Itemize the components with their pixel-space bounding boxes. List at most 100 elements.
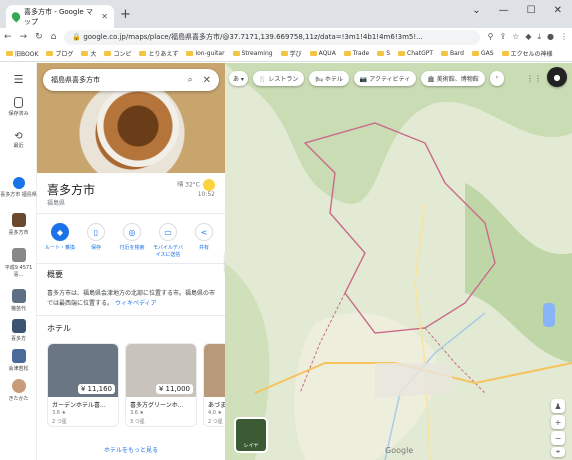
map-terrain (225, 63, 572, 460)
folder-icon (377, 51, 385, 56)
bookmark-item[interactable]: ion-guitar (186, 50, 225, 57)
close-window-button[interactable]: ✕ (554, 5, 562, 16)
hotel-card[interactable]: あづま 4.0 ★ 2 つ星 (203, 343, 225, 427)
extensions-icon[interactable]: ◆ (525, 32, 531, 42)
rail-item-recent-6[interactable]: きたかた (0, 379, 37, 402)
chevron-down-icon[interactable]: ⌄ (472, 5, 480, 16)
bookmark-item[interactable]: ChatGPT (398, 50, 433, 57)
hotel-photo: ¥ 11,160 (48, 344, 118, 397)
zoom-out-button[interactable]: − (551, 431, 565, 445)
bookmark-label: GAS (480, 50, 494, 57)
search-input[interactable]: 福島県喜多方市 (51, 75, 100, 85)
map-menu-button[interactable]: あ ▾ (229, 71, 248, 86)
forward-icon[interactable]: → (20, 32, 28, 42)
menu-icon[interactable]: ⋮ (560, 32, 568, 42)
bookmark-label: Streaming (241, 50, 273, 57)
minimize-button[interactable]: — (499, 5, 509, 16)
divider (37, 315, 225, 316)
thumbnail-icon (11, 213, 26, 227)
more-hotels-link[interactable]: ホテルをもっと見る (37, 445, 225, 454)
recent-button[interactable]: ⟲ 最近 (0, 131, 37, 149)
home-icon[interactable]: ⌂ (51, 32, 57, 42)
chip-hotels[interactable]: 🛏 ホテル (309, 71, 349, 86)
category-chips: あ ▾ 🍴 レストラン 🛏 ホテル 📷 アクティビティ 🏛 美術館、博物館 › (229, 71, 505, 86)
folder-icon (398, 51, 406, 56)
bookmark-item[interactable]: エクセルの神様 (501, 49, 553, 58)
url-field[interactable]: 🔒 google.co.jp/maps/place/福島県喜多方市/@37.71… (64, 29, 480, 45)
thumbnail-icon (11, 349, 26, 363)
new-tab-button[interactable]: + (120, 7, 131, 22)
bookmark-item[interactable]: Trade (343, 50, 369, 57)
back-icon[interactable]: ← (4, 32, 12, 42)
chip-activities[interactable]: 📷 アクティビティ (353, 71, 417, 86)
close-icon[interactable]: ✕ (203, 75, 211, 86)
bookmark-item[interactable]: 大 (81, 49, 96, 58)
folder-icon (139, 51, 147, 56)
rail-item-recent-2[interactable]: 平成9 4571 喜... (0, 248, 37, 278)
star-icon[interactable]: ☆ (512, 32, 519, 42)
bookmark-item[interactable]: GAS (471, 50, 494, 57)
rail-item-recent-4[interactable]: 喜多方 (0, 319, 37, 342)
tab-close-icon[interactable]: ✕ (101, 12, 108, 21)
saved-button[interactable]: 保存済み (0, 97, 37, 117)
bookmark-item[interactable]: AQUA (309, 50, 336, 57)
apps-grid-icon[interactable]: ⋮⋮ (525, 69, 543, 87)
bookmark-item[interactable]: S (377, 50, 390, 57)
share-button[interactable]: < 共有 (187, 223, 221, 258)
menu-icon[interactable]: ☰ (0, 73, 37, 86)
compass-icon[interactable]: ⌖ (551, 447, 565, 457)
rail-label: きたかた (8, 396, 29, 402)
nearby-button[interactable]: ◎ 付近を検索 (115, 223, 149, 258)
bookmark-label: とりあえず (148, 51, 179, 58)
chips-more-button[interactable]: › (489, 71, 505, 86)
rail-item-recent-1[interactable]: 喜多方市 (0, 213, 37, 236)
street-view-pegman-icon[interactable]: ♟ (551, 399, 565, 413)
action-label: モバイルデバイスに送信 (152, 245, 183, 258)
search-icon[interactable]: ⌕ (188, 75, 193, 85)
bookmark-item[interactable]: コンピ (104, 49, 131, 58)
chip-label: ホテル (324, 76, 343, 83)
hotel-card[interactable]: ¥ 11,160 ガーデンホテル喜... 3.6 ★ 2 つ星 (47, 343, 119, 427)
bookmark-item[interactable]: ブログ (46, 49, 73, 58)
wikipedia-link[interactable]: ウィキペディア (115, 300, 157, 307)
chip-museums[interactable]: 🏛 美術館、博物館 (421, 71, 485, 86)
place-panel: 福島県喜多方市 ⌕ ✕ 喜多方市 福島県 晴 32°C 10:52 ◆ ルート・乗… (37, 63, 225, 460)
bookmark-item[interactable]: Streaming (232, 50, 273, 57)
directions-button[interactable]: ◆ ルート・乗換 (43, 223, 77, 258)
bookmark-item[interactable]: 旧BOOK (6, 49, 38, 58)
rail-item-kitakata[interactable]: 喜多方市 福島県 (0, 177, 37, 198)
hotel-name: ガーデンホテル喜... (52, 402, 106, 409)
bookmark-item[interactable]: Bard (441, 50, 464, 57)
download-icon[interactable]: ⤓ (537, 32, 541, 42)
bookmark-item[interactable]: 学び (280, 49, 302, 58)
active-tab[interactable]: 喜多方市 - Google マップ ✕ (6, 5, 114, 28)
save-button[interactable]: ▯ 保存 (79, 223, 113, 258)
reload-icon[interactable]: ↻ (35, 32, 43, 42)
rail-label: 平成9 4571 喜... (4, 265, 33, 278)
divider (37, 213, 225, 214)
folder-icon (471, 51, 479, 56)
bookmark-label: エクセルの神様 (510, 51, 553, 58)
share-page-icon[interactable]: ⇪ (499, 32, 506, 42)
rail-label: 会津若松 (8, 366, 29, 372)
chip-restaurants[interactable]: 🍴 レストラン (252, 71, 305, 86)
maximize-button[interactable]: ☐ (527, 5, 536, 16)
hotel-card[interactable]: ¥ 11,000 喜多方グリーンホ... 3.6 ★ 3 つ星 (125, 343, 197, 427)
rail-item-recent-5[interactable]: 会津若松 (0, 349, 37, 372)
thumbnail-icon (11, 319, 26, 333)
address-bar-row: ← → ↻ ⌂ 🔒 google.co.jp/maps/place/福島県喜多方… (0, 28, 572, 46)
profile-avatar-icon[interactable]: ● (547, 32, 554, 42)
zoom-in-button[interactable]: + (551, 415, 565, 429)
hotel-name: あづま (208, 402, 225, 409)
rail-item-recent-3[interactable]: 猪苗代 (0, 289, 37, 312)
layers-button[interactable]: レイヤ (234, 417, 268, 453)
send-to-phone-button[interactable]: ▭ モバイルデバイスに送信 (151, 223, 185, 258)
search-box[interactable]: 福島県喜多方市 ⌕ ✕ (43, 69, 219, 91)
location-icon[interactable]: ⚲ (488, 32, 494, 42)
place-icon (12, 177, 25, 189)
history-icon: ⟲ (14, 131, 23, 142)
maps-left-rail: ☰ 保存済み ⟲ 最近 喜多方市 福島県 喜多方市 平成9 4571 喜... 猪… (0, 63, 37, 460)
map-canvas[interactable]: あ ▾ 🍴 レストラン 🛏 ホテル 📷 アクティビティ 🏛 美術館、博物館 › … (225, 63, 572, 460)
bookmark-item[interactable]: とりあえず (139, 49, 178, 58)
account-avatar[interactable]: ● (547, 67, 567, 87)
